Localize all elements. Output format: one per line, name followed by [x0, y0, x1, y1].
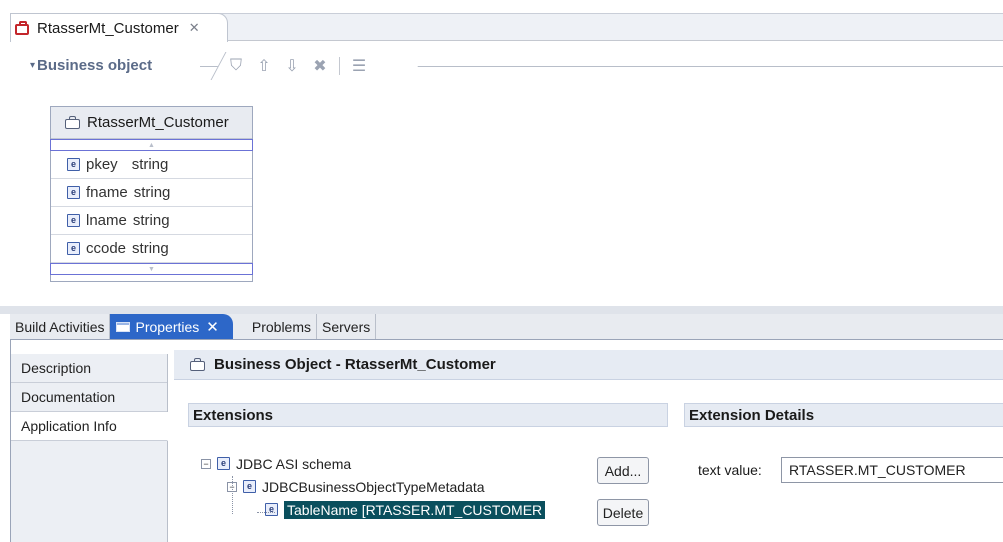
field-row[interactable]: e fname string — [51, 179, 252, 207]
tab-label: Build Activities — [15, 318, 105, 335]
field-name: fname — [86, 184, 128, 201]
tree-item-jdbc-bo-type-metadata[interactable]: − e JDBCBusinessObjectTypeMetadata — [201, 475, 601, 498]
element-icon: e — [67, 186, 80, 199]
section-label: Business object — [37, 57, 153, 74]
properties-title-text: Business Object - RtasserMt_Customer — [214, 356, 496, 373]
element-icon: e — [217, 457, 230, 470]
properties-icon — [116, 321, 131, 332]
side-tab-label: Description — [21, 360, 92, 376]
business-object-section-toggle[interactable]: ▾ Business object — [30, 57, 159, 74]
scroll-down-arrow-icon[interactable]: ▼ — [50, 263, 253, 275]
bo-box-title: RtasserMt_Customer — [87, 114, 229, 131]
views-splitter[interactable] — [0, 306, 1003, 314]
element-icon: e — [67, 242, 80, 255]
move-down-icon[interactable]: ⇩ — [283, 56, 301, 76]
side-tab-documentation[interactable]: Documentation — [11, 383, 167, 412]
collapse-triangle-icon: ▾ — [30, 60, 36, 71]
extensions-header: Extensions — [188, 403, 668, 427]
tab-build-activities[interactable]: Build Activities — [10, 314, 111, 339]
business-object-section-header: ▾ Business object ⛉ ⇧ ⇩ ✖ ☰ — [30, 52, 1003, 80]
tree-connector — [232, 476, 233, 514]
delete-icon[interactable]: ✖ — [311, 56, 329, 76]
toolbar-separator — [339, 57, 340, 75]
tree-item-label: JDBC ASI schema — [236, 455, 352, 472]
tab-label: Servers — [322, 318, 371, 335]
views-tab-bar: Build Activities Properties ✕ Problems S… — [10, 314, 1003, 340]
field-row[interactable]: e pkey string — [51, 151, 252, 179]
element-icon: e — [67, 214, 80, 227]
element-icon: e — [67, 158, 80, 171]
tree-item-label: TableName [RTASSER.MT_CUSTOMER — [284, 500, 546, 519]
text-value-input[interactable] — [781, 457, 1003, 483]
tree-connector — [257, 512, 275, 513]
extensions-header-text: Extensions — [193, 406, 274, 424]
add-attribute-icon[interactable]: ⛉ — [227, 57, 245, 75]
tab-problems[interactable]: Problems — [247, 314, 318, 339]
field-type: string — [132, 212, 170, 229]
collapse-icon[interactable]: − — [201, 458, 211, 469]
business-object-icon — [65, 116, 81, 129]
extension-details-header-text: Extension Details — [689, 406, 815, 424]
field-type: string — [132, 240, 169, 257]
business-object-icon — [190, 358, 206, 371]
properties-title: Business Object - RtasserMt_Customer — [174, 350, 1003, 380]
field-row[interactable]: e lname string — [51, 207, 252, 235]
field-name: pkey — [86, 156, 118, 173]
side-tab-application-info[interactable]: Application Info — [11, 412, 168, 441]
editor-tab-rtassermt-customer[interactable]: RtasserMt_Customer ✕ — [10, 13, 228, 42]
editor-tab-bar: RtasserMt_Customer ✕ — [10, 13, 1003, 42]
side-tab-label: Documentation — [21, 389, 116, 405]
bo-toolbar: ⛉ ⇧ ⇩ ✖ ☰ — [210, 52, 426, 80]
close-icon[interactable]: ✕ — [206, 318, 219, 336]
field-name: lname — [86, 212, 127, 229]
properties-view: Description Documentation Application In… — [10, 340, 1003, 542]
field-type: string — [131, 156, 169, 173]
tab-properties[interactable]: Properties ✕ — [110, 314, 233, 339]
text-value-label: text value: — [698, 462, 762, 478]
element-icon: e — [265, 503, 278, 516]
field-type: string — [133, 184, 171, 201]
field-row[interactable]: e ccode string — [51, 235, 252, 263]
business-object-box[interactable]: RtasserMt_Customer ▲ e pkey string e fna… — [50, 106, 253, 282]
tab-label: Properties — [135, 318, 200, 335]
side-tab-description[interactable]: Description — [11, 354, 167, 383]
editor-tab-title: RtasserMt_Customer — [37, 19, 179, 37]
extensions-tree: − e JDBC ASI schema − e JDBCBusinessObje… — [201, 452, 601, 521]
scroll-up-arrow-icon[interactable]: ▲ — [50, 139, 253, 151]
element-icon: e — [243, 480, 256, 493]
tree-item-tablename[interactable]: e TableName [RTASSER.MT_CUSTOMER — [201, 498, 601, 521]
business-object-editor: RtasserMt_Customer ✕ ▾ Business object ⛉… — [0, 0, 1003, 300]
properties-list-icon[interactable]: ☰ — [350, 56, 368, 76]
close-icon[interactable]: ✕ — [189, 20, 200, 36]
field-name: ccode — [86, 240, 127, 257]
tab-servers[interactable]: Servers — [317, 314, 377, 339]
bo-box-header[interactable]: RtasserMt_Customer — [51, 107, 252, 139]
tree-item-jdbc-asi-schema[interactable]: − e JDBC ASI schema — [201, 452, 601, 475]
tree-item-label: JDBCBusinessObjectTypeMetadata — [262, 478, 485, 495]
tab-label: Problems — [251, 318, 312, 335]
add-button[interactable]: Add... — [597, 457, 649, 484]
delete-button[interactable]: Delete — [597, 499, 649, 526]
side-tab-label: Application Info — [21, 418, 117, 434]
move-up-icon[interactable]: ⇧ — [255, 56, 273, 76]
business-object-icon — [15, 20, 33, 36]
properties-side-tabs: Description Documentation Application In… — [11, 354, 168, 542]
extension-details-header: Extension Details — [684, 403, 1003, 427]
